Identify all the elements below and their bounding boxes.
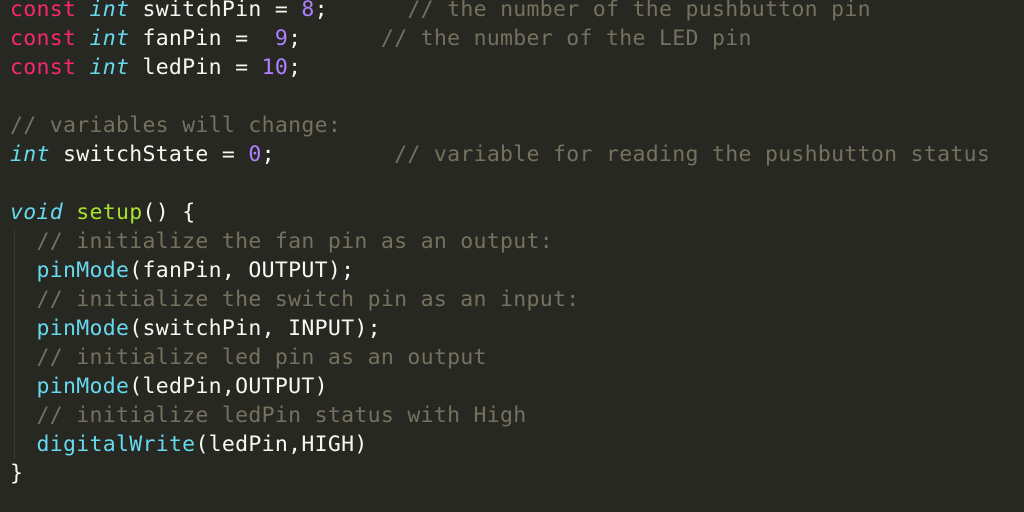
code-line[interactable]: int switchState = 0; // variable for rea… (10, 140, 990, 169)
code-text: ; (314, 0, 408, 22)
code-line[interactable]: pinMode(ledPin,OUTPUT) (10, 372, 328, 401)
code-line[interactable]: const int fanPin = 9; // the number of t… (10, 24, 752, 53)
code-text: ; (261, 142, 395, 167)
function-call-token: pinMode (36, 258, 130, 283)
function-call-token: digitalWrite (36, 432, 196, 457)
code-line[interactable]: // variables will change: (10, 111, 341, 140)
type-token: int (89, 55, 130, 80)
keyword-token: const (10, 26, 90, 51)
code-line[interactable]: // initialize led pin as an output (10, 343, 487, 372)
code-line[interactable]: } (10, 459, 23, 488)
function-call-token: pinMode (36, 316, 130, 341)
function-call-token: pinMode (36, 374, 130, 399)
code-line[interactable]: pinMode(switchPin, INPUT); (10, 314, 381, 343)
comment-token: // initialize the switch pin as an input… (36, 287, 580, 312)
type-token: int (10, 142, 50, 167)
code-editor[interactable]: const int switchPin = 8; // the number o… (0, 0, 1024, 512)
code-line[interactable]: void setup() { (10, 198, 195, 227)
comment-token: // initialize led pin as an output (36, 345, 487, 370)
code-line[interactable]: // initialize ledPin status with High (10, 401, 527, 430)
comment-token: // the number of the LED pin (380, 26, 752, 51)
code-text: ; (288, 26, 381, 51)
keyword-token: const (10, 0, 90, 22)
code-line[interactable]: // initialize the switch pin as an input… (10, 285, 580, 314)
comment-token: // the number of the pushbutton pin (407, 0, 871, 22)
code-text: } (10, 461, 24, 486)
number-token: 0 (248, 142, 262, 167)
code-text: fanPin = (129, 26, 275, 51)
comment-token: // initialize the fan pin as an output: (36, 229, 554, 254)
code-text: () { (142, 200, 196, 225)
code-line[interactable]: // initialize the fan pin as an output: (10, 227, 553, 256)
keyword-token: const (10, 55, 90, 80)
code-line[interactable]: digitalWrite(ledPin,HIGH) (10, 430, 368, 459)
number-token: 10 (261, 55, 289, 80)
comment-token: // variable for reading the pushbutton s… (394, 142, 991, 167)
code-text: (fanPin, OUTPUT); (129, 258, 355, 283)
comment-token: // initialize ledPin status with High (36, 403, 527, 428)
code-text: ledPin = (129, 55, 262, 80)
code-text: switchPin = (129, 0, 302, 22)
type-token: int (89, 0, 130, 22)
comment-token: // variables will change: (10, 113, 342, 138)
type-token: int (89, 26, 130, 51)
function-name-token: setup (76, 200, 143, 225)
code-line[interactable]: const int switchPin = 8; // the number o… (10, 0, 871, 24)
code-text: switchState = (49, 142, 249, 167)
code-text: (switchPin, INPUT); (129, 316, 381, 341)
code-line[interactable]: pinMode(fanPin, OUTPUT); (10, 256, 355, 285)
type-token: void (10, 200, 63, 225)
code-text: (ledPin,OUTPUT) (129, 374, 328, 399)
code-text: ; (288, 55, 302, 80)
number-token: 9 (274, 26, 289, 51)
number-token: 8 (301, 0, 315, 22)
code-line[interactable]: const int ledPin = 10; (10, 53, 301, 82)
code-text: (ledPin,HIGH) (195, 432, 368, 457)
